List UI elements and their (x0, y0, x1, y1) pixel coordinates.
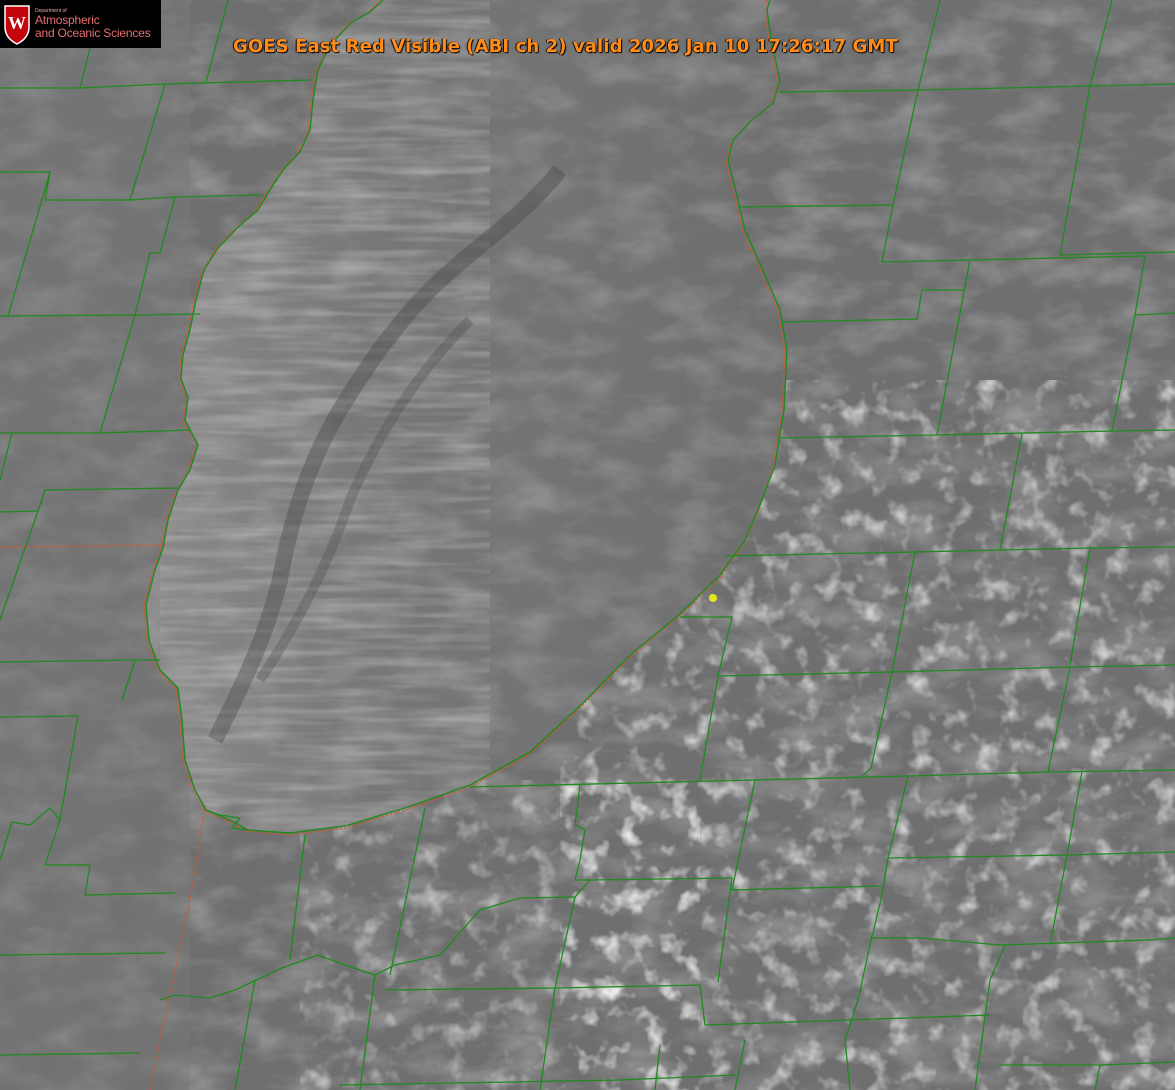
logo-line-2: and Oceanic Sciences (35, 25, 151, 40)
satellite-map (0, 0, 1175, 1090)
logo-text: Department of Atmospheric and Oceanic Sc… (35, 8, 151, 40)
location-dot-icon (709, 594, 717, 602)
svg-text:W: W (8, 13, 26, 33)
logo-line-1: Atmospheric (35, 13, 100, 28)
product-title: GOES East Red Visible (ABI ch 2) valid 2… (233, 36, 898, 57)
uw-crest-icon: W (4, 5, 30, 45)
dark-cloud-streaks (0, 800, 260, 1090)
uw-aos-logo: W Department of Atmospheric and Oceanic … (0, 0, 161, 48)
cumulus-field-south (300, 780, 700, 1090)
